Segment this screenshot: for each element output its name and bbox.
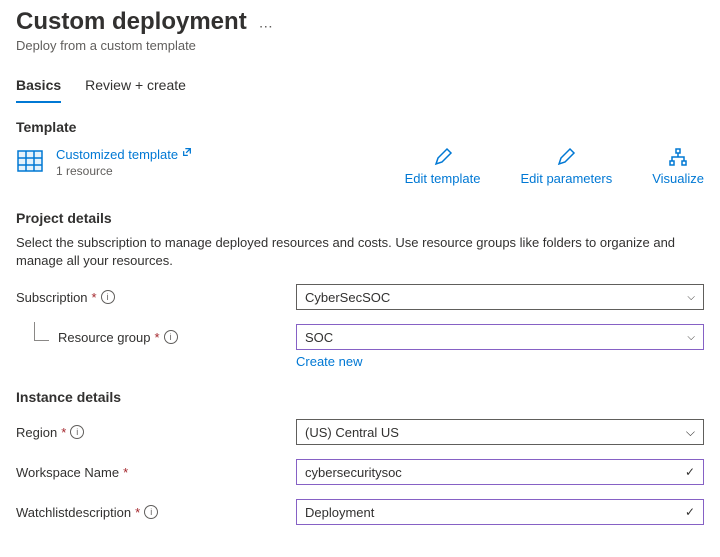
create-new-link[interactable]: Create new bbox=[296, 354, 362, 369]
chevron-down-icon: ⌵ bbox=[687, 292, 695, 303]
watchlist-description-label: Watchlistdescription bbox=[16, 505, 131, 520]
visualize-button[interactable]: Visualize bbox=[652, 147, 704, 186]
check-icon: ✓ bbox=[685, 465, 695, 479]
customized-template-link[interactable]: Customized template bbox=[56, 147, 192, 162]
required-indicator: * bbox=[135, 505, 140, 520]
chevron-down-icon: ⌵ bbox=[687, 332, 695, 343]
tabs: Basics Review + create bbox=[16, 77, 704, 103]
region-label: Region bbox=[16, 425, 57, 440]
required-indicator: * bbox=[92, 290, 97, 305]
edit-template-label: Edit template bbox=[405, 171, 481, 186]
tab-review-create[interactable]: Review + create bbox=[85, 77, 186, 103]
required-indicator: * bbox=[61, 425, 66, 440]
workspace-name-input[interactable]: cybersecuritysoc ✓ bbox=[296, 459, 704, 485]
info-icon[interactable]: i bbox=[101, 290, 115, 304]
subscription-value: CyberSecSOC bbox=[305, 290, 390, 305]
page-title: Custom deployment bbox=[16, 8, 247, 36]
pencil-icon bbox=[433, 147, 453, 167]
chevron-down-icon: ⌵ bbox=[686, 425, 695, 440]
instance-details-title: Instance details bbox=[16, 389, 704, 405]
required-indicator: * bbox=[155, 330, 160, 345]
info-icon[interactable]: i bbox=[70, 425, 84, 439]
project-details-title: Project details bbox=[16, 210, 704, 226]
workspace-name-label: Workspace Name bbox=[16, 465, 119, 480]
watchlist-description-input[interactable]: Deployment ✓ bbox=[296, 499, 704, 525]
external-link-icon bbox=[182, 147, 192, 157]
more-icon[interactable]: ⋯ bbox=[259, 8, 273, 35]
info-icon[interactable]: i bbox=[164, 330, 178, 344]
required-indicator: * bbox=[123, 465, 128, 480]
region-value: (US) Central US bbox=[305, 425, 399, 440]
info-icon[interactable]: i bbox=[144, 505, 158, 519]
template-icon bbox=[16, 147, 44, 175]
edit-parameters-label: Edit parameters bbox=[520, 171, 612, 186]
resource-count: 1 resource bbox=[56, 164, 192, 178]
tab-basics[interactable]: Basics bbox=[16, 77, 61, 103]
watchlist-description-value: Deployment bbox=[305, 505, 374, 520]
page-subtitle: Deploy from a custom template bbox=[16, 38, 247, 53]
template-section-title: Template bbox=[16, 119, 704, 135]
edit-template-button[interactable]: Edit template bbox=[405, 147, 481, 186]
region-select[interactable]: (US) Central US ⌵ bbox=[296, 419, 704, 445]
pencil-icon bbox=[556, 147, 576, 167]
subscription-label: Subscription bbox=[16, 290, 88, 305]
workspace-name-value: cybersecuritysoc bbox=[305, 465, 402, 480]
resource-group-label: Resource group bbox=[58, 330, 151, 345]
resource-group-value: SOC bbox=[305, 330, 333, 345]
hierarchy-icon bbox=[668, 147, 688, 167]
project-details-description: Select the subscription to manage deploy… bbox=[16, 234, 704, 270]
subscription-select[interactable]: CyberSecSOC ⌵ bbox=[296, 284, 704, 310]
resource-group-select[interactable]: SOC ⌵ bbox=[296, 324, 704, 350]
visualize-label: Visualize bbox=[652, 171, 704, 186]
edit-parameters-button[interactable]: Edit parameters bbox=[520, 147, 612, 186]
customized-template-label: Customized template bbox=[56, 147, 178, 162]
check-icon: ✓ bbox=[685, 505, 695, 519]
